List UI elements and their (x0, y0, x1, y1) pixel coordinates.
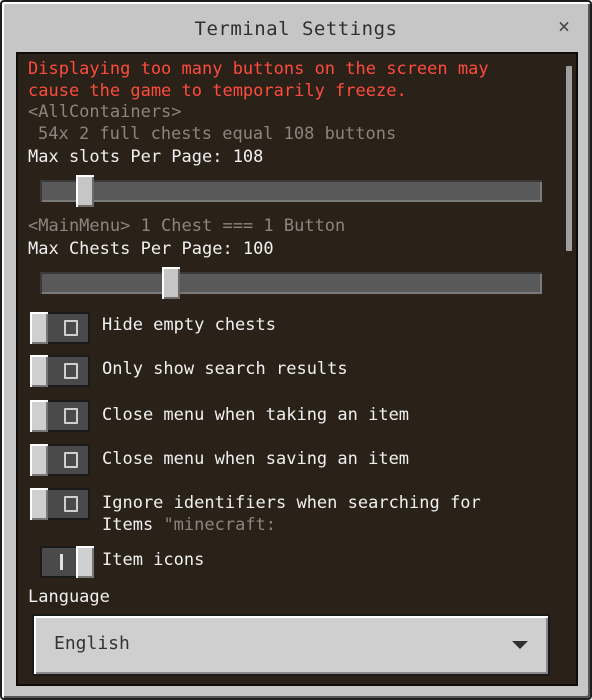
option-label-items: Items (102, 515, 154, 535)
toggle-knob (30, 488, 48, 520)
max-chests-slider[interactable] (40, 267, 542, 299)
language-label: Language (28, 587, 110, 607)
option-label-identifier-example: "minecraft: (163, 515, 277, 535)
option-label-hide-empty-chests: Hide empty chests (102, 315, 276, 335)
option-label-ignore-identifiers-line2: Items "minecraft: (102, 515, 276, 535)
max-slots-slider[interactable] (40, 175, 542, 207)
option-label-close-menu-saving: Close menu when saving an item (102, 449, 410, 469)
toggle-off-icon (64, 496, 78, 512)
max-chests-slider-thumb[interactable] (162, 267, 180, 299)
toggle-off-icon (64, 320, 78, 336)
toggle-off-icon (64, 408, 78, 424)
title-bar: Terminal Settings × (2, 2, 590, 50)
all-containers-hint: 54x 2 full chests equal 108 buttons (38, 124, 397, 144)
toggle-off-icon (64, 363, 78, 379)
toggle-on-icon (60, 554, 63, 570)
chevron-down-icon (512, 641, 528, 649)
toggle-item-icons[interactable] (40, 546, 94, 578)
toggle-ignore-identifiers[interactable] (30, 488, 90, 520)
language-dropdown[interactable]: English (32, 614, 550, 676)
language-selected-value: English (54, 633, 130, 654)
max-slots-label: Max slots Per Page: 108 (28, 147, 264, 167)
scrollbar[interactable] (566, 66, 572, 251)
max-slots-slider-thumb[interactable] (76, 175, 94, 207)
window-title: Terminal Settings (194, 18, 398, 40)
toggle-knob (30, 400, 48, 432)
settings-panel[interactable]: Displaying too many buttons on the scree… (16, 52, 578, 686)
toggle-close-menu-taking[interactable] (30, 400, 90, 432)
main-menu-hint: <MainMenu> 1 Chest === 1 Button (28, 216, 346, 236)
toggle-only-show-search-results[interactable] (30, 355, 90, 387)
toggle-off-icon (64, 452, 78, 468)
option-label-ignore-identifiers: Ignore identifiers when searching for (102, 493, 481, 513)
toggle-knob (30, 355, 48, 387)
option-label-only-show-search-results: Only show search results (102, 359, 348, 379)
toggle-hide-empty-chests[interactable] (30, 312, 90, 344)
toggle-close-menu-saving[interactable] (30, 444, 90, 476)
warning-line-1: Displaying too many buttons on the scree… (28, 59, 489, 79)
toggle-knob (30, 312, 48, 344)
settings-window: Terminal Settings × Displaying too many … (0, 0, 592, 700)
all-containers-header: <AllContainers> (28, 102, 182, 122)
toggle-knob (30, 444, 48, 476)
close-button[interactable]: × (552, 14, 576, 38)
option-label-close-menu-taking: Close menu when taking an item (102, 405, 410, 425)
toggle-knob (76, 546, 94, 578)
max-chests-label: Max Chests Per Page: 100 (28, 239, 274, 259)
warning-line-2: cause the game to temporarily freeze. (28, 81, 407, 101)
option-label-item-icons: Item icons (102, 550, 205, 570)
